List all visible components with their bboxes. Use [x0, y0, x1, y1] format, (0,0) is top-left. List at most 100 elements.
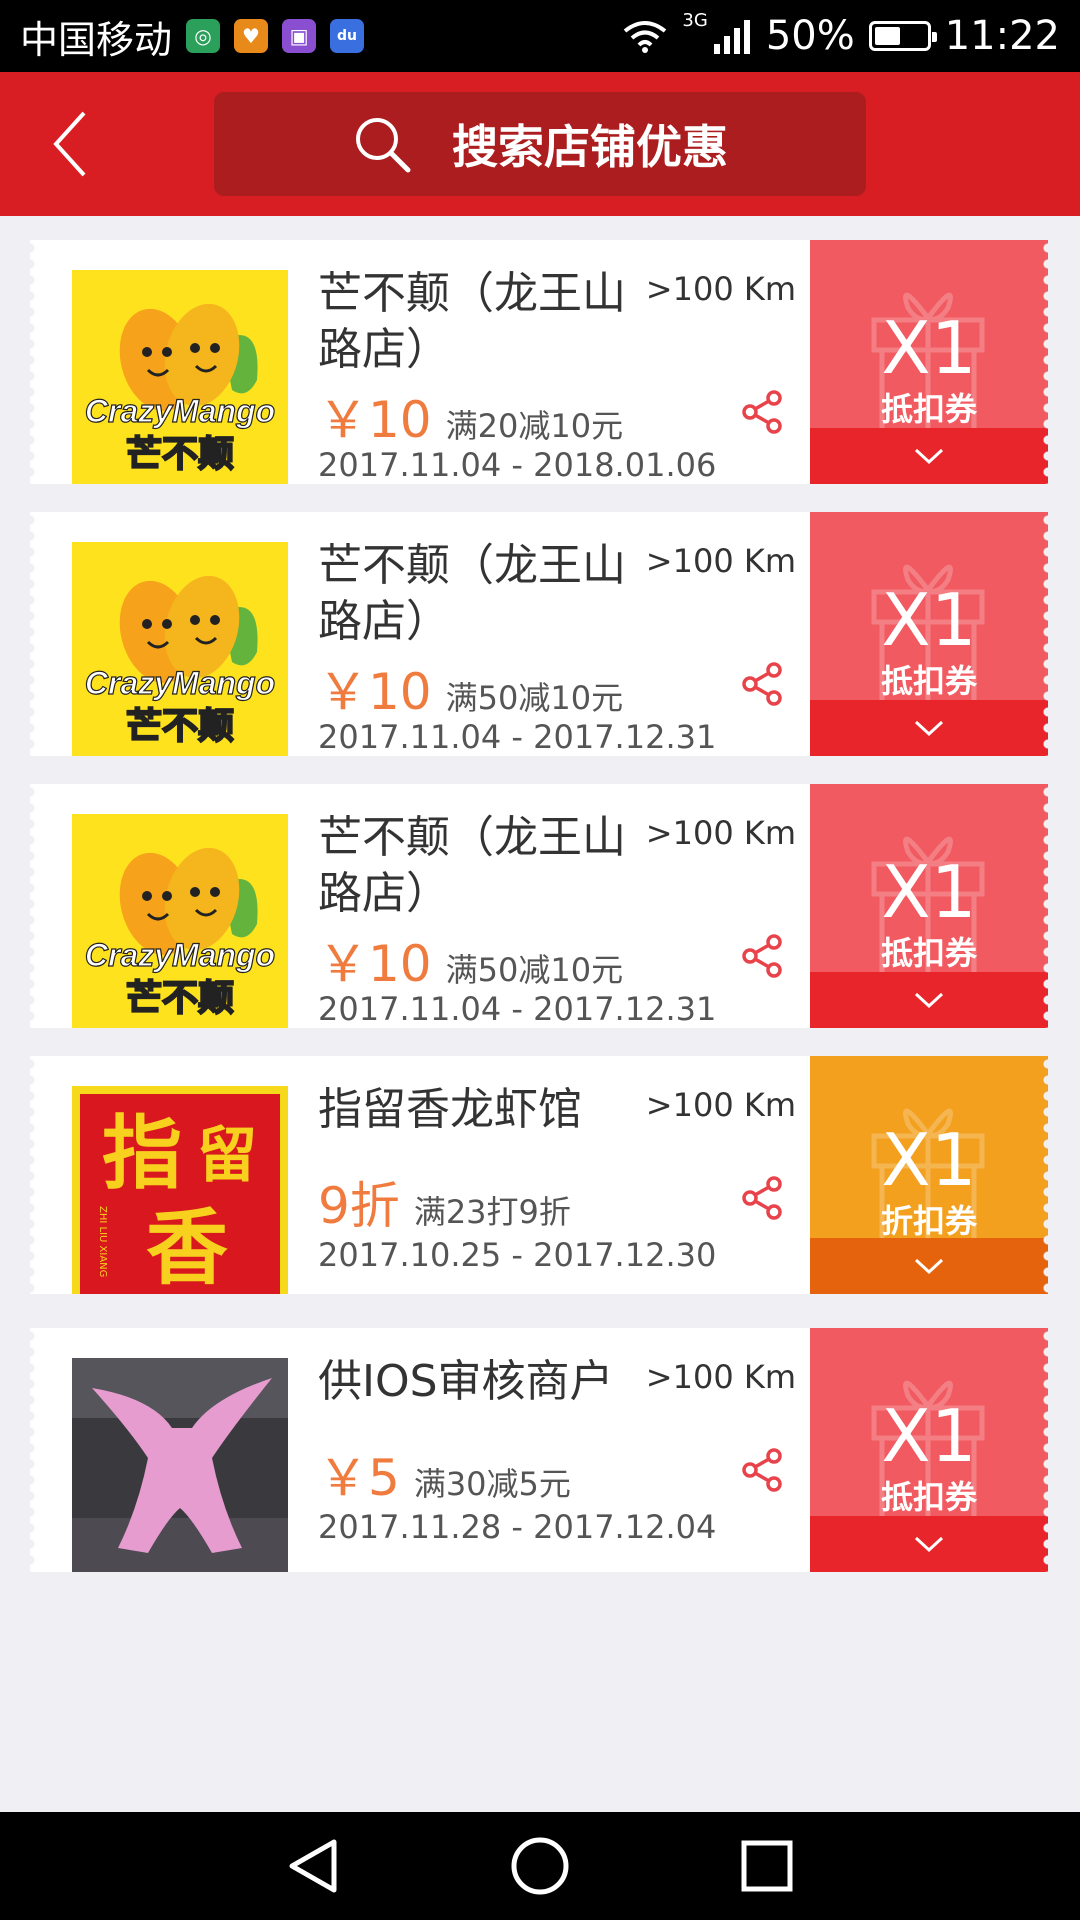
search-icon — [356, 118, 411, 173]
clock: 11:22 — [944, 13, 1060, 59]
coupon-card[interactable]: CrazyMango 芒不颠 芒不颠（龙王山路店） >100 Km ￥10 满5… — [30, 512, 1048, 758]
coupon-count: X1 — [881, 850, 977, 934]
coupon-card[interactable]: CrazyMango 芒不颠 芒不颠（龙王山路店） >100 Km ￥10 满2… — [30, 240, 1048, 486]
shop-logo — [72, 1358, 288, 1574]
coupon-type: 抵扣券 — [880, 934, 977, 972]
wifi-icon — [624, 21, 667, 53]
discount-rule: 满30减5元 — [413, 1465, 571, 1503]
expand-button[interactable] — [810, 1516, 1048, 1572]
coupon-badge[interactable]: X1 折扣券 — [810, 1056, 1048, 1294]
shop-name: 芒不颠（龙王山路店） — [318, 812, 626, 919]
coupon-badge[interactable]: X1 抵扣券 — [810, 240, 1048, 484]
share-button[interactable] — [738, 660, 786, 708]
discount-rule: 满50减10元 — [445, 951, 624, 989]
svg-text:留: 留 — [197, 1121, 257, 1191]
coupon-info[interactable]: CrazyMango 芒不颠 芒不颠（龙王山路店） >100 Km ￥10 满5… — [30, 512, 810, 758]
coupon-info[interactable]: 供IOS审核商户 >100 Km ￥5 满30减5元 2017.11.28 - … — [30, 1328, 810, 1574]
price: 9折 — [318, 1177, 400, 1235]
share-button[interactable] — [738, 1174, 786, 1222]
price: ￥5 — [318, 1449, 400, 1507]
validity-date: 2017.11.04 - 2018.01.06 — [318, 446, 717, 484]
health-app-icon: ♥ — [234, 19, 269, 53]
shop-logo: CrazyMango 芒不颠 — [72, 542, 288, 758]
share-button[interactable] — [738, 932, 786, 980]
coupon-type: 抵扣券 — [880, 390, 977, 428]
validity-date: 2017.11.04 - 2017.12.31 — [318, 990, 717, 1028]
coupon-count: X1 — [881, 306, 977, 390]
coupon-card[interactable]: 供IOS审核商户 >100 Km ￥5 满30减5元 2017.11.28 - … — [30, 1328, 1048, 1574]
validity-date: 2017.11.04 - 2017.12.31 — [318, 718, 717, 756]
coupon-type: 抵扣券 — [880, 662, 977, 700]
share-icon — [742, 1176, 782, 1220]
distance: >100 Km — [645, 542, 796, 580]
coupon-count: X1 — [881, 1394, 977, 1478]
back-button[interactable] — [40, 102, 100, 186]
crazymango-logo: CrazyMango 芒不颠 — [72, 270, 288, 486]
coupon-card[interactable]: 指 留 香 ZHI LIU XIANG 指留香 指留香龙虾馆 >100 Km 9… — [30, 1056, 1048, 1302]
status-bar: 中国移动 ◎ ♥ ▣ du 3G 50% 11:22 — [0, 0, 1080, 72]
chevron-down-icon — [914, 720, 944, 737]
coupon-badge[interactable]: X1 抵扣券 — [810, 512, 1048, 756]
svg-text:香: 香 — [146, 1200, 228, 1296]
share-button[interactable] — [738, 1446, 786, 1494]
nav-recent-button[interactable] — [732, 1831, 802, 1901]
crazymango-logo: CrazyMango 芒不颠 — [72, 814, 288, 1030]
shop-name: 供IOS审核商户 — [318, 1356, 614, 1407]
crazymango-logo: CrazyMango 芒不颠 — [72, 542, 288, 758]
chevron-down-icon — [914, 1536, 944, 1553]
header-bar: 搜索店铺优惠 — [0, 72, 1080, 216]
shop-photo — [72, 1358, 288, 1574]
logo-subtext: 芒不颠 — [126, 706, 234, 747]
share-icon — [742, 934, 782, 978]
price-row: ￥10 满50减10元 — [318, 924, 623, 996]
svg-text:指: 指 — [102, 1106, 182, 1200]
battery-percent: 50% — [765, 13, 855, 59]
shop-logo: CrazyMango 芒不颠 — [72, 814, 288, 1030]
nav-home-button[interactable] — [505, 1831, 575, 1901]
distance: >100 Km — [645, 1086, 796, 1124]
expand-button[interactable] — [810, 428, 1048, 484]
mobile-app-icon: ◎ — [186, 19, 221, 53]
search-label: 搜索店铺优惠 — [452, 120, 728, 174]
logo-text: CrazyMango — [85, 937, 275, 973]
shop-logo: 指 留 香 ZHI LIU XIANG 指留香 — [72, 1086, 288, 1302]
triangle-back-icon — [289, 1839, 337, 1893]
battery-icon — [868, 21, 937, 51]
share-icon — [742, 1448, 782, 1492]
expand-button[interactable] — [810, 1238, 1048, 1294]
search-bar[interactable]: 搜索店铺优惠 — [214, 92, 866, 196]
logo-subtext: 芒不颠 — [126, 434, 234, 475]
validity-date: 2017.11.28 - 2017.12.04 — [318, 1508, 717, 1546]
carrier-name: 中国移动 — [20, 17, 173, 62]
coupon-info[interactable]: CrazyMango 芒不颠 芒不颠（龙王山路店） >100 Km ￥10 满2… — [30, 240, 810, 486]
logo-text: CrazyMango — [85, 393, 275, 429]
coupon-card[interactable]: CrazyMango 芒不颠 芒不颠（龙王山路店） >100 Km ￥10 满5… — [30, 784, 1048, 1030]
gallery-app-icon: ▣ — [282, 19, 317, 53]
coupon-badge[interactable]: X1 抵扣券 — [810, 1328, 1048, 1572]
expand-button[interactable] — [810, 972, 1048, 1028]
nav-back-button[interactable] — [278, 1831, 348, 1901]
shop-logo: CrazyMango 芒不颠 — [72, 270, 288, 486]
expand-button[interactable] — [810, 700, 1048, 756]
coupon-badge[interactable]: X1 抵扣券 — [810, 784, 1048, 1028]
battery-fill — [874, 27, 900, 45]
share-icon — [742, 662, 782, 706]
shop-name: 芒不颠（龙王山路店） — [318, 268, 626, 375]
discount-rule: 满50减10元 — [445, 679, 624, 717]
chevron-down-icon — [914, 1258, 944, 1275]
price: ￥10 — [318, 391, 432, 449]
baidu-app-icon: du — [330, 19, 365, 53]
signal-icon — [713, 20, 750, 54]
coupon-info[interactable]: 指 留 香 ZHI LIU XIANG 指留香 指留香龙虾馆 >100 Km 9… — [30, 1056, 810, 1302]
chevron-down-icon — [914, 448, 944, 465]
shop-name: 芒不颠（龙王山路店） — [318, 540, 626, 647]
coupon-list: CrazyMango 芒不颠 芒不颠（龙王山路店） >100 Km ￥10 满2… — [30, 240, 1048, 1812]
chevron-left-icon — [53, 111, 86, 177]
logo-subtext: 芒不颠 — [126, 978, 234, 1019]
share-button[interactable] — [738, 388, 786, 436]
coupon-info[interactable]: CrazyMango 芒不颠 芒不颠（龙王山路店） >100 Km ￥10 满5… — [30, 784, 810, 1030]
price-row: ￥10 满50减10元 — [318, 652, 623, 724]
coupon-count: X1 — [881, 1118, 977, 1202]
distance: >100 Km — [645, 814, 796, 852]
distance: >100 Km — [645, 1358, 796, 1396]
